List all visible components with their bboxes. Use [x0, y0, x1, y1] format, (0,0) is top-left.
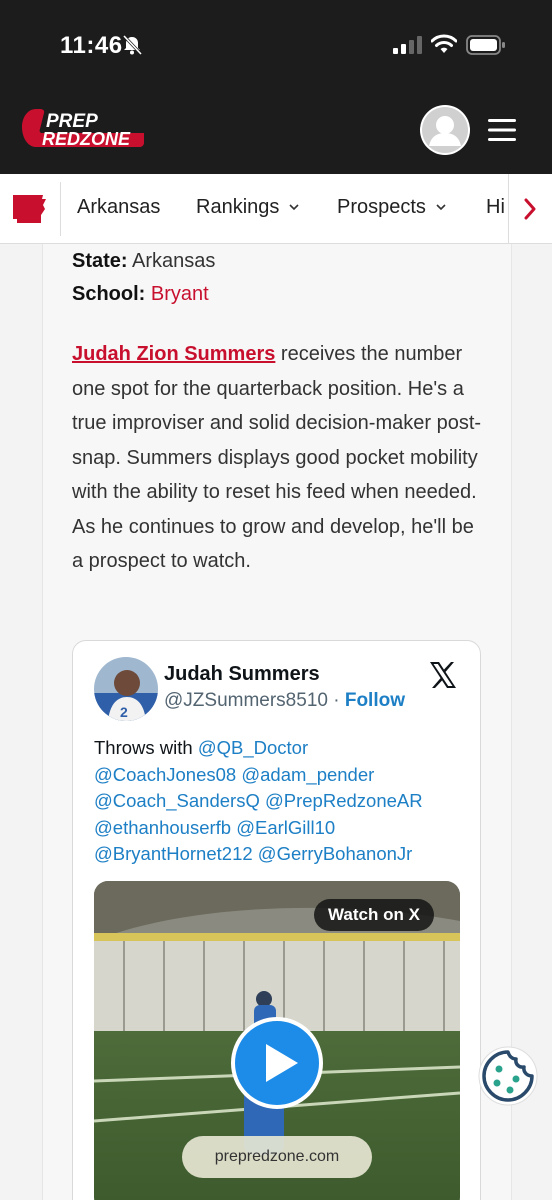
nav-item-label: Hi — [486, 196, 505, 218]
battery-icon — [466, 35, 505, 55]
mention-link[interactable]: @ethanhouserfb — [94, 817, 231, 838]
mention-link[interactable]: @QB_Doctor — [198, 737, 308, 758]
chevron-down-icon — [289, 204, 299, 211]
nav-item-more[interactable]: Hi — [486, 196, 505, 219]
wifi-icon — [431, 34, 457, 53]
arkansas-state-icon[interactable] — [10, 189, 50, 229]
tweet-text: Throws with @QB_Doctor @CoachJones08 @ada… — [94, 735, 464, 868]
tweet-author-handle[interactable]: @JZSummers8510 — [164, 690, 328, 711]
mention-link[interactable]: @GerryBohanonJr — [258, 843, 413, 864]
school-link[interactable]: Bryant — [151, 283, 209, 305]
play-icon[interactable] — [231, 1017, 323, 1109]
mention-link[interactable]: @Coach_SandersQ — [94, 790, 260, 811]
user-avatar[interactable] — [420, 105, 470, 155]
svg-text:2: 2 — [120, 704, 128, 720]
school-label: School: — [72, 283, 146, 305]
tweet-video[interactable]: Watch on X prepredzone.com — [94, 881, 460, 1200]
site-header: PREP REDZONE — [0, 92, 552, 174]
school-field: School: Bryant — [72, 283, 209, 306]
mention-link[interactable]: @PrepRedzoneAR — [265, 790, 423, 811]
site-link-pill[interactable]: prepredzone.com — [182, 1136, 372, 1178]
status-time: 11:46 — [60, 32, 123, 59]
nav-scroll-right-button[interactable] — [508, 174, 552, 243]
watch-on-x-button[interactable]: Watch on X — [314, 899, 434, 931]
nav-item-rankings[interactable]: Rankings — [196, 196, 299, 219]
mention-link[interactable]: @CoachJones08 — [94, 764, 236, 785]
embedded-tweet[interactable]: 2 Judah Summers @JZSummers8510 · Follow … — [72, 640, 481, 1200]
state-value: Arkansas — [132, 250, 216, 272]
handle-separator: · — [327, 690, 345, 711]
nav-item-label: Prospects — [337, 196, 426, 218]
chevron-down-icon — [436, 204, 446, 211]
prep-redzone-logo[interactable]: PREP REDZONE — [22, 107, 144, 149]
player-photo-icon: 2 — [94, 657, 158, 721]
tweet-text-prefix: Throws with — [94, 737, 198, 758]
cellular-signal-icon — [393, 36, 422, 54]
svg-text:REDZONE: REDZONE — [42, 129, 131, 149]
nav-item-prospects[interactable]: Prospects — [337, 196, 446, 219]
mention-link[interactable]: @adam_pender — [241, 764, 374, 785]
hamburger-menu-icon[interactable] — [488, 118, 516, 142]
nav-item-label: Rankings — [196, 196, 280, 218]
cookie-settings-icon[interactable] — [478, 1046, 538, 1106]
article-body: receives the number one spot for the qua… — [72, 343, 482, 572]
tweet-handle-row: @JZSummers8510 · Follow — [164, 690, 405, 712]
x-logo-icon[interactable] — [429, 661, 457, 689]
status-bar: 11:46 — [0, 0, 552, 92]
follow-link[interactable]: Follow — [345, 690, 405, 711]
state-label: State: — [72, 250, 128, 272]
tweet-author-name[interactable]: Judah Summers — [164, 663, 320, 686]
mention-link[interactable]: @BryantHornet212 — [94, 843, 253, 864]
person-icon — [422, 107, 468, 153]
nav-divider — [60, 182, 61, 236]
state-field: State: Arkansas — [72, 250, 215, 273]
player-link[interactable]: Judah Zion Summers — [72, 343, 275, 365]
chevron-right-icon — [524, 198, 536, 220]
section-nav: Arkansas Rankings Prospects Hi — [0, 174, 552, 244]
bell-muted-icon — [122, 34, 143, 56]
article-paragraph: Judah Zion Summers receives the number o… — [72, 337, 488, 579]
tweet-author-avatar[interactable]: 2 — [94, 657, 158, 721]
mention-link[interactable]: @EarlGill10 — [236, 817, 335, 838]
nav-item-label: Arkansas — [77, 196, 161, 218]
nav-item-arkansas[interactable]: Arkansas — [77, 196, 160, 219]
